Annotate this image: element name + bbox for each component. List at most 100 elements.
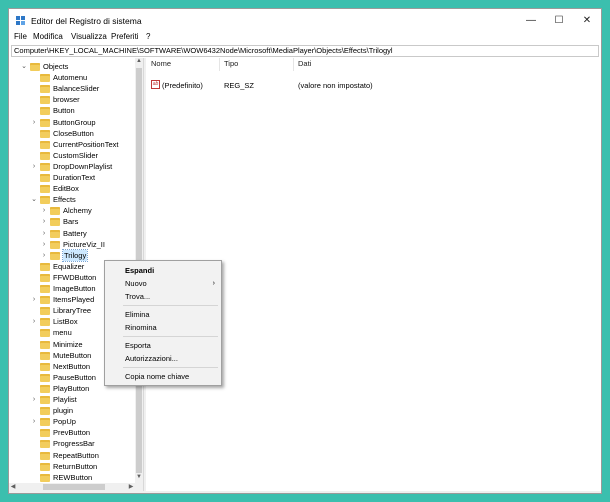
context-menu-item-label: Esporta [125, 341, 151, 350]
menu-file[interactable]: File [14, 32, 27, 41]
context-menu-item[interactable]: Nuovo › [105, 277, 221, 290]
tree-node-label: ItemsPlayed [53, 295, 95, 305]
tree-node[interactable]: ⌄ Objects [9, 61, 143, 72]
address-bar[interactable]: Computer\HKEY_LOCAL_MACHINE\SOFTWARE\WOW… [11, 45, 599, 57]
menu-preferiti[interactable]: Preferiti [111, 32, 139, 41]
value-name[interactable]: (Predefinito) [162, 81, 203, 90]
tree-node[interactable]: RepeatButton [9, 450, 143, 461]
tree-node-label: PopUp [53, 417, 76, 427]
close-button[interactable]: ✕ [569, 9, 601, 32]
tree-node[interactable]: › Bars [9, 216, 143, 227]
scroll-down-icon[interactable]: ▼ [135, 474, 143, 480]
window-title: Editor del Registro di sistema [31, 16, 142, 26]
tree-node[interactable]: › Playlist [9, 394, 143, 405]
tree-node[interactable]: ⌄ Effects [9, 194, 143, 205]
column-separator[interactable] [219, 58, 220, 71]
folder-icon [40, 429, 50, 438]
folder-icon [40, 307, 50, 316]
menu-modifica[interactable]: Modifica [33, 32, 63, 41]
tree-node[interactable]: REWButton [9, 472, 143, 483]
context-menu-item-label: Rinomina [125, 323, 157, 332]
tree-node-label: Automenu [53, 73, 88, 83]
chevron-right-icon[interactable]: › [30, 161, 38, 172]
title-bar[interactable]: Editor del Registro di sistema — ☐ ✕ [9, 9, 601, 32]
tree-node-label: ListBox [53, 317, 78, 327]
scroll-left-icon[interactable]: ◀ [9, 483, 17, 490]
menu-separator [123, 367, 218, 368]
tree-node[interactable]: BalanceSlider [9, 83, 143, 94]
tree-node-label: FFWDButton [53, 272, 97, 282]
folder-icon [40, 329, 50, 338]
chevron-down-icon[interactable]: ⌄ [30, 194, 38, 205]
folder-icon [40, 396, 50, 404]
folder-icon [40, 96, 50, 105]
tree-node[interactable]: CustomSlider [9, 150, 143, 161]
tree-node-label: ReturnButton [53, 461, 98, 471]
tree-node[interactable]: Automenu [9, 72, 143, 83]
folder-icon [40, 407, 50, 416]
tree-node[interactable]: CurrentPositionText [9, 139, 143, 150]
folder-icon [50, 229, 60, 238]
menu-help[interactable]: ? [146, 32, 150, 41]
folder-icon [50, 218, 60, 227]
folder-icon [40, 296, 50, 305]
context-menu-item[interactable]: Esporta [105, 339, 221, 352]
tree-node[interactable]: › ButtonGroup [9, 117, 143, 128]
tree-node[interactable]: › Alchemy [9, 205, 143, 216]
tree-node[interactable]: Button [9, 105, 143, 116]
folder-icon [50, 240, 60, 249]
tree-node-label: ImageButton [53, 284, 96, 293]
tree-node[interactable]: PrevButton [9, 427, 143, 438]
tree-node[interactable]: plugin [9, 405, 143, 416]
chevron-right-icon[interactable]: › [40, 216, 48, 227]
chevron-right-icon[interactable]: › [30, 294, 38, 305]
chevron-right-icon[interactable]: › [30, 316, 38, 327]
value-data: (valore non impostato) [298, 81, 373, 90]
tree-node[interactable]: › Battery [9, 228, 143, 239]
column-separator[interactable] [293, 58, 294, 71]
tree-node[interactable]: ReturnButton [9, 461, 143, 472]
tree-node[interactable]: › PictureViz_II [9, 239, 143, 250]
folder-icon [40, 418, 50, 427]
tree-node-label: BalanceSlider [53, 84, 100, 94]
chevron-right-icon[interactable]: › [30, 394, 38, 405]
context-menu-item[interactable]: Elimina [105, 308, 221, 321]
column-header-type[interactable]: Tipo [224, 59, 238, 68]
context-menu-item-label: Trova... [125, 292, 151, 301]
chevron-right-icon[interactable]: › [30, 117, 38, 128]
context-menu-item[interactable]: Rinomina [105, 321, 221, 334]
tree-node-label: Bars [63, 217, 79, 227]
folder-icon [40, 174, 50, 182]
chevron-right-icon[interactable]: › [40, 250, 48, 261]
context-menu-item[interactable]: Espandi [105, 264, 221, 277]
context-menu-item[interactable]: Autorizzazioni... [105, 352, 221, 365]
tree-node[interactable]: DurationText [9, 172, 143, 183]
tree-node[interactable]: › DropDownPlaylist [9, 161, 143, 172]
tree-node-label: browser [53, 95, 80, 105]
chevron-right-icon[interactable]: › [30, 416, 38, 427]
context-menu-item[interactable]: Trova... [105, 290, 221, 303]
tree-node-label: plugin [53, 406, 74, 416]
submenu-arrow-icon: › [212, 280, 215, 287]
tree-node[interactable]: ProgressBar [9, 438, 143, 449]
tree-node[interactable]: › PopUp [9, 416, 143, 427]
tree-node[interactable]: browser [9, 94, 143, 105]
column-header-data[interactable]: Dati [298, 59, 311, 68]
context-menu-item-label: Espandi [125, 266, 155, 275]
tree-node[interactable]: CloseButton [9, 128, 143, 139]
folder-icon [40, 362, 50, 371]
column-header-name[interactable]: Nome [151, 59, 171, 68]
tree-node[interactable]: EditBox [9, 183, 143, 194]
chevron-right-icon[interactable]: › [40, 228, 48, 239]
context-menu-item[interactable]: Copia nome chiave [105, 370, 221, 383]
menu-visualizza[interactable]: Visualizza [71, 32, 107, 41]
chevron-right-icon[interactable]: › [40, 239, 48, 250]
chevron-right-icon[interactable]: › [40, 205, 48, 216]
scroll-right-icon[interactable]: ▶ [127, 483, 135, 490]
horizontal-scroll-thumb[interactable] [43, 484, 105, 490]
tree-horizontal-scrollbar[interactable]: ◀ ▶ [9, 483, 143, 491]
tree-node-label: REWButton [53, 472, 93, 482]
scroll-up-icon[interactable]: ▲ [135, 58, 143, 64]
tree-node-label: NextButton [53, 361, 91, 371]
chevron-down-icon[interactable]: ⌄ [20, 61, 28, 72]
